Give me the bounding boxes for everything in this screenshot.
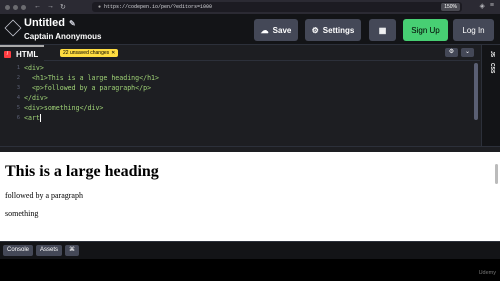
- unsaved-changes-badge[interactable]: 22 unsaved changes ✕: [60, 49, 119, 57]
- tab-css[interactable]: CSS: [489, 63, 495, 73]
- close-window-icon[interactable]: [5, 4, 10, 10]
- zoom-window-icon[interactable]: [21, 4, 26, 10]
- gear-icon: ⚙: [311, 25, 319, 35]
- settings-button-label: Settings: [322, 25, 355, 35]
- code-line: 1 <div>: [0, 63, 478, 73]
- back-arrow-icon[interactable]: ←: [34, 3, 41, 11]
- console-button[interactable]: Console: [3, 245, 34, 256]
- codepen-header: Untitled ✎ Captain Anonymous ☁ Save ⚙ Se…: [0, 14, 500, 45]
- url-text: https://codepen.io/pen/?editors=1000: [104, 4, 213, 10]
- preview-scrollbar[interactable]: [495, 164, 498, 184]
- codepen-logo-icon[interactable]: [4, 19, 22, 37]
- code-text: </div>: [24, 94, 48, 102]
- collapsed-editors-panel: JS CSS: [481, 45, 500, 146]
- address-bar[interactable]: ● https://codepen.io/pen/?editors=1000: [92, 2, 462, 12]
- keyboard-shortcuts-button[interactable]: ⌘: [65, 245, 80, 256]
- reload-icon[interactable]: ↻: [60, 3, 66, 11]
- chevron-down-icon[interactable]: ⌄: [461, 48, 474, 57]
- forward-arrow-icon[interactable]: →: [47, 3, 54, 11]
- change-view-button[interactable]: ▦: [369, 19, 396, 41]
- code-line: 2 <h1>This is a large heading</h1>: [0, 73, 478, 83]
- minimize-window-icon[interactable]: [13, 4, 18, 10]
- line-number: 1: [16, 65, 20, 71]
- text-cursor: [39, 114, 41, 122]
- save-button-label: Save: [272, 25, 292, 35]
- letterbox: [0, 259, 500, 281]
- line-number: 2: [16, 75, 20, 81]
- shield-icon[interactable]: ◈: [480, 2, 485, 10]
- editor-scrollbar[interactable]: [474, 63, 478, 120]
- html-editor: / HTML 22 unsaved changes ✕ ⚙ ⌄ 1 <div> …: [0, 45, 500, 146]
- code-area[interactable]: 1 <div> 2 <h1>This is a large heading</h…: [0, 63, 478, 146]
- settings-button[interactable]: ⚙ Settings: [305, 19, 361, 41]
- editor-settings-icon[interactable]: ⚙: [445, 48, 458, 57]
- code-line: 4 </div>: [0, 93, 478, 103]
- lock-icon: ●: [98, 4, 102, 10]
- pen-owner: Captain Anonymous: [24, 32, 102, 41]
- browser-toolbar: ← → ↻ ● https://codepen.io/pen/?editors=…: [0, 0, 500, 14]
- zoom-indicator[interactable]: 150%: [441, 3, 460, 11]
- menu-icon[interactable]: ≡: [490, 2, 494, 10]
- pen-title-text: Untitled: [24, 17, 65, 29]
- html-icon: /: [4, 50, 11, 58]
- line-number: 4: [16, 95, 20, 101]
- tab-html-label: HTML: [16, 49, 39, 59]
- code-text: <art: [24, 114, 40, 122]
- pencil-icon[interactable]: ✎: [69, 19, 76, 28]
- save-button[interactable]: ☁ Save: [254, 19, 298, 41]
- code-text: <p>followed by a paragraph</p>: [24, 84, 152, 92]
- line-number: 6: [16, 115, 20, 121]
- code-text: <h1>This is a large heading</h1>: [24, 74, 159, 82]
- codepen-footer: Console Assets ⌘: [0, 241, 500, 259]
- cloud-icon: ☁: [260, 25, 269, 35]
- window-controls[interactable]: [5, 4, 26, 10]
- assets-button[interactable]: Assets: [36, 245, 63, 256]
- line-number: 5: [16, 105, 20, 111]
- preview-div-text: something: [5, 209, 39, 218]
- code-line: 6 <art: [0, 113, 478, 123]
- sign-up-button[interactable]: Sign Up: [403, 19, 448, 41]
- log-in-button[interactable]: Log In: [453, 19, 494, 41]
- tab-js[interactable]: JS: [489, 51, 495, 57]
- pen-title[interactable]: Untitled ✎: [24, 17, 76, 29]
- close-icon[interactable]: ✕: [111, 49, 115, 57]
- layout-icon: ▦: [378, 25, 387, 35]
- code-line: 3 <p>followed by a paragraph</p>: [0, 83, 478, 93]
- code-text: <div>: [24, 64, 44, 72]
- tab-html[interactable]: / HTML: [0, 45, 45, 61]
- result-preview: This is a large heading followed by a pa…: [0, 152, 500, 241]
- preview-paragraph: followed by a paragraph: [5, 191, 83, 200]
- code-text: <div>something</div>: [24, 104, 104, 112]
- unsaved-changes-text: 22 unsaved changes: [63, 50, 110, 56]
- screen: ← → ↻ ● https://codepen.io/pen/?editors=…: [0, 0, 500, 281]
- code-line: 5 <div>something</div>: [0, 103, 478, 113]
- preview-heading: This is a large heading: [5, 163, 159, 180]
- udemy-watermark: Udemy: [478, 270, 496, 276]
- editor-tabbar: / HTML 22 unsaved changes ✕ ⚙ ⌄: [0, 45, 480, 61]
- line-number: 3: [16, 85, 20, 91]
